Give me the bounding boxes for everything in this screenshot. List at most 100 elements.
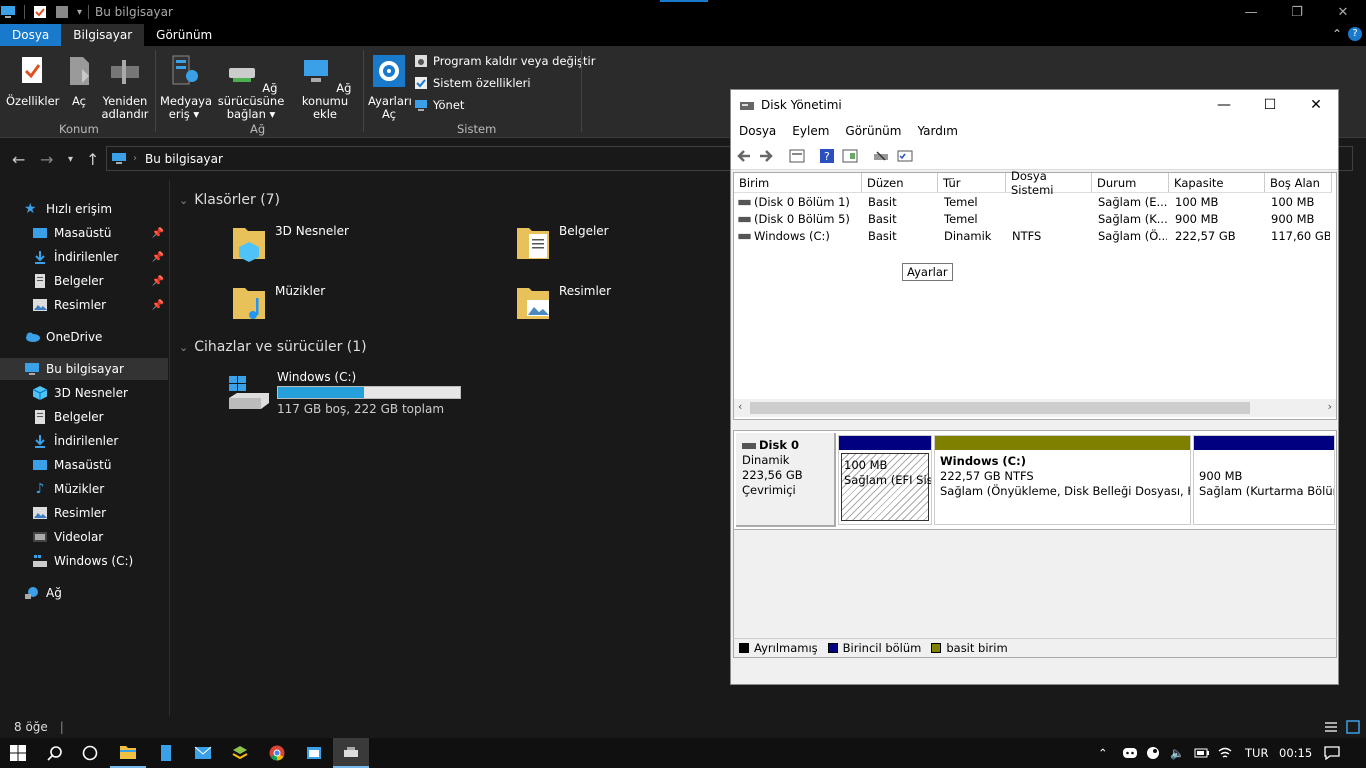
map-network-drive-button[interactable]: Ağ sürücüsüne bağlan ▾ (210, 54, 292, 121)
tab-bilgisayar[interactable]: Bilgisayar (61, 24, 145, 46)
breadcrumb-chevron-icon[interactable]: › (133, 153, 137, 164)
tab-gorunum[interactable]: Görünüm (144, 24, 224, 46)
taskbar-file-explorer[interactable] (110, 738, 146, 768)
network-tray-icon[interactable] (1218, 738, 1232, 768)
col-dosya-sistemi[interactable]: Dosya Sistemi (1006, 169, 1092, 197)
settings-icon[interactable] (897, 148, 913, 164)
uninstall-program-button[interactable]: Program kaldır veya değiştir (414, 54, 595, 68)
scroll-thumb[interactable] (750, 402, 1250, 414)
taskbar-app-window[interactable] (296, 738, 332, 768)
section-devices-header[interactable]: ⌄ Cihazlar ve sürücüler (1) (179, 339, 367, 355)
help-icon[interactable]: ? (819, 148, 835, 164)
customize-quick-access-chevron-icon[interactable]: ▾ (77, 7, 82, 18)
volume-row[interactable]: (Disk 0 Bölüm 1) Basit Temel Sağlam (E... 10… (734, 194, 1334, 211)
dm-minimize-button[interactable]: — (1201, 90, 1247, 120)
steam-icon[interactable] (1146, 738, 1160, 768)
folder-music[interactable]: Müzikler (231, 282, 325, 322)
large-icons-view-icon[interactable] (1346, 720, 1360, 734)
menu-eylem[interactable]: Eylem (784, 124, 837, 138)
sidebar-item-windows-c[interactable]: Windows (C:) (0, 550, 168, 572)
discord-icon[interactable] (1122, 738, 1138, 768)
rename-button[interactable]: Yeniden adlandır (100, 54, 150, 121)
properties-button[interactable]: Özellikler (6, 54, 59, 108)
col-tur[interactable]: Tür (938, 173, 1006, 193)
drive-windows-c[interactable]: Windows (C:) 117 GB boş, 222 GB toplam (227, 370, 527, 416)
col-kapasite[interactable]: Kapasite (1169, 173, 1265, 193)
partition-efi[interactable]: 100 MB Sağlam (EFI Sistem (838, 435, 932, 525)
manage-button[interactable]: Yönet (414, 98, 464, 112)
taskbar-disk-management[interactable] (333, 738, 369, 768)
partition-windows-c[interactable]: Windows (C:) 222,57 GB NTFS Sağlam (Önyü… (934, 435, 1191, 525)
sidebar-item-pictures-pinned[interactable]: Resimler 📌 (0, 294, 168, 316)
disk-info[interactable]: Disk 0 Dinamik 223,56 GB Çevrimiçi (736, 433, 836, 527)
pin-icon[interactable]: 📌 (152, 300, 164, 311)
battery-icon[interactable] (1194, 738, 1210, 768)
dm-maximize-button[interactable]: ☐ (1247, 90, 1293, 120)
menu-yardim[interactable]: Yardım (909, 124, 965, 138)
sidebar-item-desktop-pinned[interactable]: Masaüstü 📌 (0, 222, 168, 244)
sidebar-item-onedrive[interactable]: OneDrive (0, 326, 168, 348)
rescan-icon[interactable] (873, 148, 889, 164)
show-pane-icon[interactable] (842, 148, 858, 164)
sidebar-item-downloads-pinned[interactable]: İndirilenler 📌 (0, 246, 168, 268)
up-arrow-icon[interactable]: ↑ (86, 150, 99, 169)
taskbar-bluestacks[interactable] (222, 738, 258, 768)
close-button[interactable]: ✕ (1320, 0, 1366, 24)
taskbar-mail[interactable] (185, 738, 221, 768)
sidebar-item-documents-pinned[interactable]: Belgeler 📌 (0, 270, 168, 292)
folder-documents[interactable]: Belgeler (515, 222, 609, 262)
forward-arrow-icon[interactable]: → (40, 150, 53, 169)
scroll-left-icon[interactable]: ‹ (738, 400, 742, 413)
clock[interactable]: 00:15 (1279, 738, 1312, 768)
task-view-button[interactable] (72, 738, 108, 768)
forward-arrow-icon[interactable] (758, 148, 774, 164)
minimize-button[interactable]: — (1228, 0, 1274, 24)
section-folders-header[interactable]: ⌄ Klasörler (7) (179, 192, 280, 208)
properties-quick-icon[interactable] (33, 5, 47, 19)
collapse-chevron-icon[interactable]: ⌄ (179, 341, 188, 354)
restore-button[interactable]: ❐ (1274, 0, 1320, 24)
sidebar-item-documents[interactable]: Belgeler (0, 406, 168, 428)
new-folder-quick-icon[interactable] (55, 5, 69, 19)
sidebar-item-pictures[interactable]: Resimler (0, 502, 168, 524)
add-network-location-button[interactable]: Ağ konumu ekle (294, 54, 356, 121)
recent-locations-chevron-icon[interactable]: ▾ (68, 154, 73, 165)
start-button[interactable] (0, 738, 36, 768)
back-arrow-icon[interactable] (736, 148, 752, 164)
list-view-icon[interactable] (789, 148, 805, 164)
collapse-chevron-icon[interactable]: ⌄ (179, 194, 188, 207)
horizontal-scrollbar[interactable]: ‹ › (734, 399, 1336, 417)
collapse-ribbon-icon[interactable]: ⌃ (1332, 27, 1342, 41)
sidebar-item-this-pc[interactable]: Bu bilgisayar (0, 358, 168, 380)
col-bos-alan[interactable]: Boş Alan (1265, 173, 1332, 193)
system-properties-button[interactable]: Sistem özellikleri (414, 76, 531, 90)
col-duzen[interactable]: Düzen (862, 173, 938, 193)
pin-icon[interactable]: 📌 (152, 276, 164, 287)
folder-pictures[interactable]: Resimler (515, 282, 611, 322)
open-settings-button[interactable]: Ayarları Aç (368, 54, 412, 121)
partition-recovery[interactable]: 900 MB Sağlam (Kurtarma Bölüm (1193, 435, 1335, 525)
sidebar-item-network[interactable]: Ağ (0, 582, 168, 604)
sidebar-item-desktop[interactable]: Masaüstü (0, 454, 168, 476)
action-center-icon[interactable] (1324, 738, 1340, 768)
breadcrumb[interactable]: Bu bilgisayar (145, 152, 223, 166)
media-access-button[interactable]: Medyaya eriş ▾ (160, 54, 212, 121)
input-language[interactable]: TUR (1245, 738, 1268, 768)
scroll-right-icon[interactable]: › (1328, 400, 1332, 413)
search-button[interactable] (37, 738, 73, 768)
menu-dosya[interactable]: Dosya (731, 124, 784, 138)
sidebar-item-videos[interactable]: Videolar (0, 526, 168, 548)
show-hidden-icons[interactable]: ⌃ (1098, 738, 1108, 768)
pin-icon[interactable]: 📌 (152, 252, 164, 263)
menu-gorunum[interactable]: Görünüm (837, 124, 909, 138)
sidebar-item-3d-objects[interactable]: 3D Nesneler (0, 382, 168, 404)
taskbar-chrome[interactable] (259, 738, 295, 768)
details-view-icon[interactable] (1324, 720, 1338, 734)
back-arrow-icon[interactable]: ← (12, 150, 25, 169)
folder-3d-objects[interactable]: 3D Nesneler (231, 222, 349, 262)
dm-close-button[interactable]: ✕ (1293, 90, 1339, 120)
open-button[interactable]: Aç (62, 54, 96, 108)
volume-icon[interactable]: 🔈 (1170, 738, 1184, 768)
pin-icon[interactable]: 📌 (152, 228, 164, 239)
volume-row[interactable]: (Disk 0 Bölüm 5) Basit Temel Sağlam (K... 90… (734, 211, 1334, 228)
